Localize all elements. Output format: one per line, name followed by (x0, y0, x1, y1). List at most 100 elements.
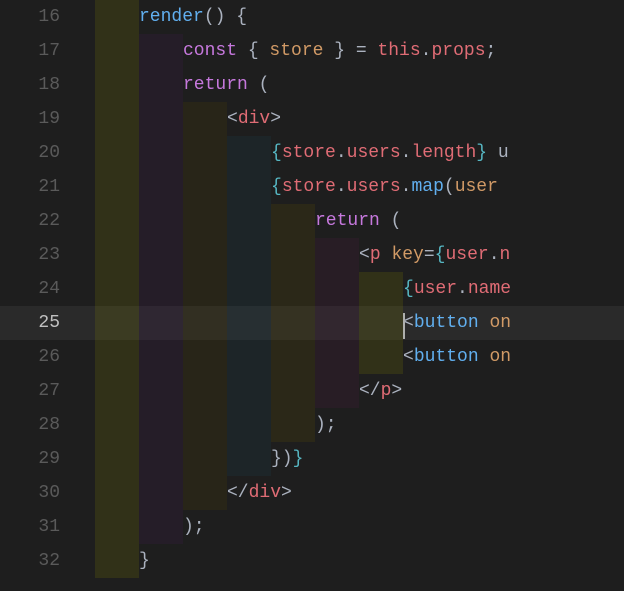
syntax-token: . (401, 177, 412, 197)
indent-rainbow-block (227, 272, 271, 306)
indent-rainbow-block (271, 204, 315, 238)
code-line[interactable]: const { store } = this.props; (95, 34, 624, 68)
syntax-token: . (489, 245, 500, 265)
code-line[interactable]: <button on (95, 340, 624, 374)
syntax-token: } (476, 143, 487, 163)
indent-rainbow-block (227, 374, 271, 408)
indent-rainbow-block (139, 204, 183, 238)
line-number: 31 (0, 510, 60, 544)
code-line-text: })} (271, 442, 303, 476)
code-line-text: {store.users.map(user (271, 170, 509, 204)
line-number: 28 (0, 408, 60, 442)
indent-rainbow-block (315, 340, 359, 374)
indent-rainbow-block (139, 68, 183, 102)
indent-rainbow-block (183, 204, 227, 238)
indent-rainbow-block (95, 306, 139, 340)
code-line-text: return ( (183, 68, 269, 102)
syntax-token: </ (227, 483, 249, 503)
indent-rainbow-block (183, 374, 227, 408)
syntax-token: key (391, 245, 423, 265)
syntax-token: users (347, 177, 401, 197)
line-number: 24 (0, 272, 60, 306)
syntax-token: user (414, 279, 457, 299)
indent-rainbow-block (95, 544, 139, 578)
indent-rainbow-block (139, 170, 183, 204)
indent-rainbow-block (315, 306, 359, 340)
code-line-text: const { store } = this.props; (183, 34, 496, 68)
indent-rainbow-block (271, 340, 315, 374)
line-number: 16 (0, 0, 60, 34)
code-line[interactable]: <div> (95, 102, 624, 136)
syntax-token (381, 245, 392, 265)
syntax-token: div (249, 483, 281, 503)
indent-rainbow-block (95, 204, 139, 238)
code-line[interactable]: render() { (95, 0, 624, 34)
syntax-token: > (270, 109, 281, 129)
syntax-token: map (411, 177, 443, 197)
line-number: 30 (0, 476, 60, 510)
indent-rainbow-block (271, 238, 315, 272)
indent-rainbow-block (227, 442, 271, 476)
code-line[interactable]: return ( (95, 68, 624, 102)
line-number: 19 (0, 102, 60, 136)
code-line-text: render() { (139, 0, 247, 34)
syntax-token: n (500, 245, 511, 265)
syntax-token: } = (323, 41, 377, 61)
code-line[interactable]: <p key={user.n (95, 238, 624, 272)
indent-rainbow-block (139, 272, 183, 306)
line-number: 32 (0, 544, 60, 578)
indent-rainbow-block (227, 136, 271, 170)
code-line[interactable]: ); (95, 408, 624, 442)
code-line[interactable]: {store.users.length} u (95, 136, 624, 170)
code-line[interactable]: {store.users.map(user (95, 170, 624, 204)
line-number-gutter: 16 17 18 19 20 21 22 23 24 25 26 27 28 2… (0, 0, 85, 591)
syntax-token: user (445, 245, 488, 265)
code-line[interactable]: })} (95, 442, 624, 476)
indent-rainbow-block (183, 238, 227, 272)
code-line-text: <p key={user.n (359, 238, 510, 272)
syntax-token: store (269, 41, 323, 61)
syntax-token: < (359, 245, 370, 265)
code-line-text: } (139, 544, 150, 578)
code-line[interactable]: ); (95, 510, 624, 544)
syntax-token: p (381, 381, 392, 401)
indent-rainbow-block (183, 136, 227, 170)
indent-rainbow-block (183, 306, 227, 340)
syntax-token: { (237, 41, 269, 61)
indent-rainbow-block (183, 170, 227, 204)
code-line-text: ); (183, 510, 205, 544)
indent-rainbow-block (227, 306, 271, 340)
code-line[interactable]: </p> (95, 374, 624, 408)
code-line[interactable]: {user.name (95, 272, 624, 306)
syntax-token: on (489, 347, 511, 367)
indent-rainbow-block (227, 340, 271, 374)
indent-rainbow-block (139, 442, 183, 476)
code-line[interactable]: } (95, 544, 624, 578)
syntax-token: = (424, 245, 435, 265)
indent-rainbow-block (95, 374, 139, 408)
code-line[interactable]: <button on (95, 306, 624, 340)
indent-rainbow-block (139, 408, 183, 442)
indent-rainbow-block (139, 238, 183, 272)
indent-rainbow-block (139, 102, 183, 136)
indent-rainbow-block (139, 374, 183, 408)
syntax-token: return (183, 75, 248, 95)
syntax-token: ( (444, 177, 455, 197)
syntax-token: } (293, 449, 304, 469)
indent-rainbow-block (183, 272, 227, 306)
syntax-token: { (271, 177, 282, 197)
indent-rainbow-block (227, 238, 271, 272)
indent-rainbow-block (227, 204, 271, 238)
code-line-text: </p> (359, 374, 402, 408)
indent-rainbow-block (139, 306, 183, 340)
code-line[interactable]: return ( (95, 204, 624, 238)
code-editor-content[interactable]: render() {const { store } = this.props;r… (95, 0, 624, 591)
indent-rainbow-block (227, 170, 271, 204)
code-line[interactable]: </div> (95, 476, 624, 510)
indent-rainbow-block (95, 102, 139, 136)
indent-rainbow-block (271, 306, 315, 340)
code-line-text: </div> (227, 476, 292, 510)
syntax-token: button (414, 347, 479, 367)
line-number: 27 (0, 374, 60, 408)
line-number: 18 (0, 68, 60, 102)
